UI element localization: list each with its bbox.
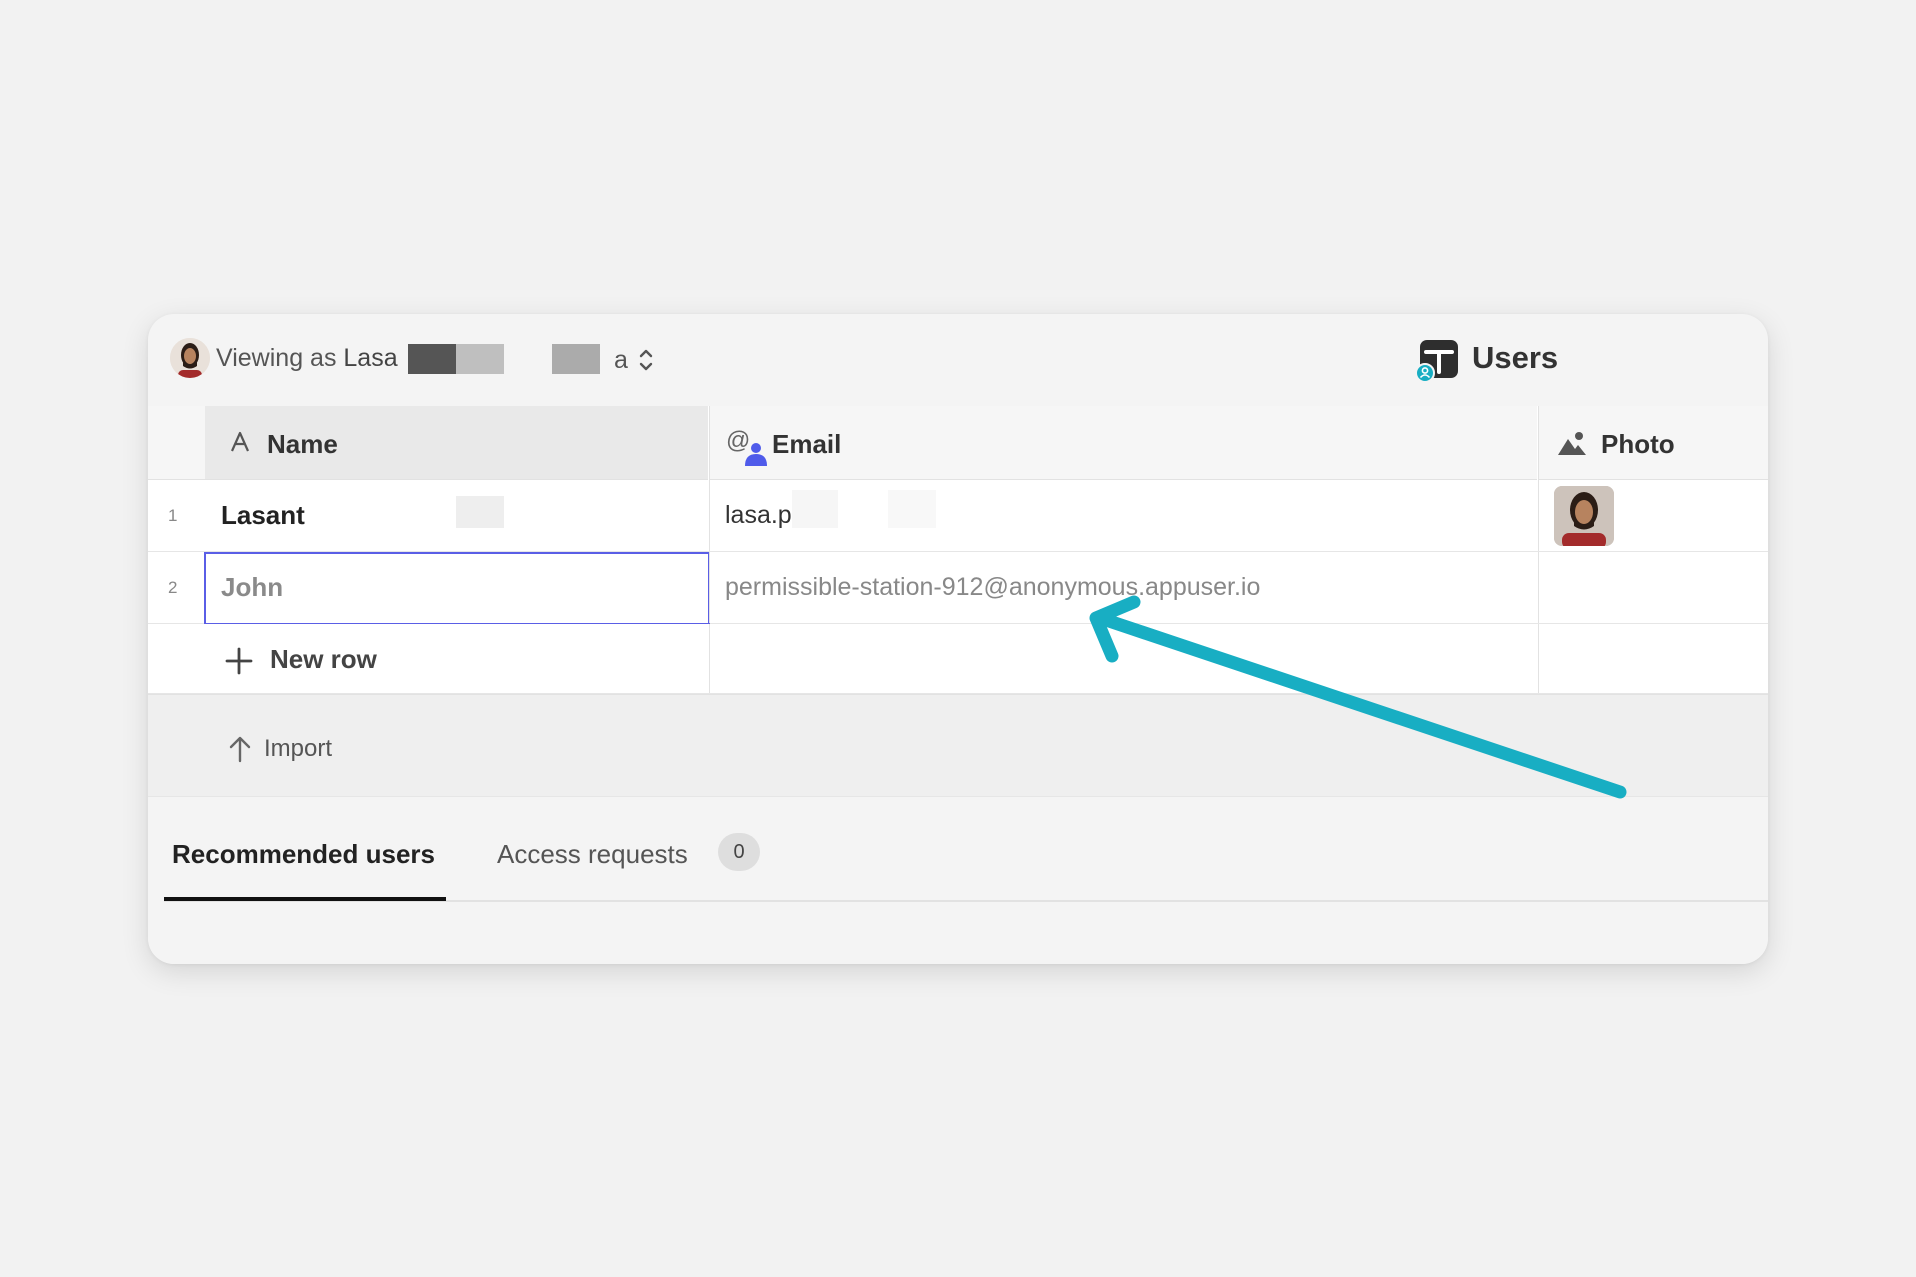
table-row[interactable]: 2 John permissible-station-912@anonymous… (148, 552, 1768, 625)
text-type-icon (229, 430, 251, 459)
column-divider (709, 624, 710, 693)
redacted-block (792, 490, 838, 528)
redacted-block (888, 490, 936, 528)
email-cell[interactable]: lasa.p (725, 501, 792, 530)
row-number: 1 (168, 506, 178, 525)
redacted-block (456, 496, 504, 528)
email-cell[interactable]: permissible-station-912@anonymous.appuse… (725, 573, 1260, 602)
table-row[interactable]: 1 Lasant lasa.p (148, 480, 1768, 552)
redacted-block (408, 344, 456, 374)
image-icon (1557, 430, 1587, 461)
tab-access-requests[interactable]: Access requests (497, 839, 688, 870)
user-photo[interactable] (1554, 486, 1614, 546)
tab-recommended-users[interactable]: Recommended users (172, 839, 435, 870)
column-header-label: Photo (1601, 429, 1675, 459)
column-divider (1538, 552, 1539, 623)
column-divider (1538, 624, 1539, 693)
column-header-name[interactable]: Name (205, 406, 708, 480)
column-divider (709, 480, 710, 551)
import-button[interactable]: Import (264, 735, 332, 763)
column-divider (709, 552, 710, 623)
viewing-as-name: Lasa (343, 344, 398, 372)
viewing-as-label[interactable]: Viewing as Lasa (216, 344, 398, 373)
viewing-as-prefix: Viewing as (216, 344, 344, 372)
arrow-up-icon[interactable] (228, 735, 252, 768)
users-table-icon (1415, 338, 1460, 383)
count-badge: 0 (718, 833, 760, 871)
viewing-as-tail: a (614, 346, 628, 374)
redacted-block (456, 344, 504, 374)
email-user-icon: @ (726, 426, 770, 471)
plus-icon (224, 646, 254, 681)
header-index-cell (148, 406, 205, 480)
column-header-label: Name (267, 429, 338, 459)
column-header-email[interactable]: @ Email (709, 406, 1537, 480)
page-title: Users (1472, 340, 1559, 375)
panel-header: Viewing as Lasa a Users (148, 314, 1768, 406)
new-row-label: New row (270, 644, 377, 674)
column-header-photo[interactable]: Photo (1538, 406, 1768, 480)
import-area: Import (148, 694, 1768, 796)
svg-text:@: @ (726, 427, 750, 454)
name-cell[interactable]: John (221, 572, 283, 603)
viewer-avatar[interactable] (170, 338, 210, 378)
column-header-label: Email (772, 429, 842, 459)
users-table: Name @ Email Photo 1 Lasant lasa.p 2 Joh… (148, 406, 1768, 694)
name-cell[interactable]: Lasant (221, 500, 305, 531)
active-tab-indicator (164, 897, 446, 901)
new-row-button[interactable]: New row (148, 624, 1768, 694)
redacted-block (552, 344, 600, 374)
chevron-updown-icon[interactable] (636, 346, 656, 374)
column-divider (1538, 480, 1539, 551)
user-tabs: Recommended users Access requests 0 (148, 796, 1768, 964)
users-panel: Viewing as Lasa a Users Name @ Email Pho… (148, 314, 1768, 964)
row-number: 2 (168, 578, 178, 597)
